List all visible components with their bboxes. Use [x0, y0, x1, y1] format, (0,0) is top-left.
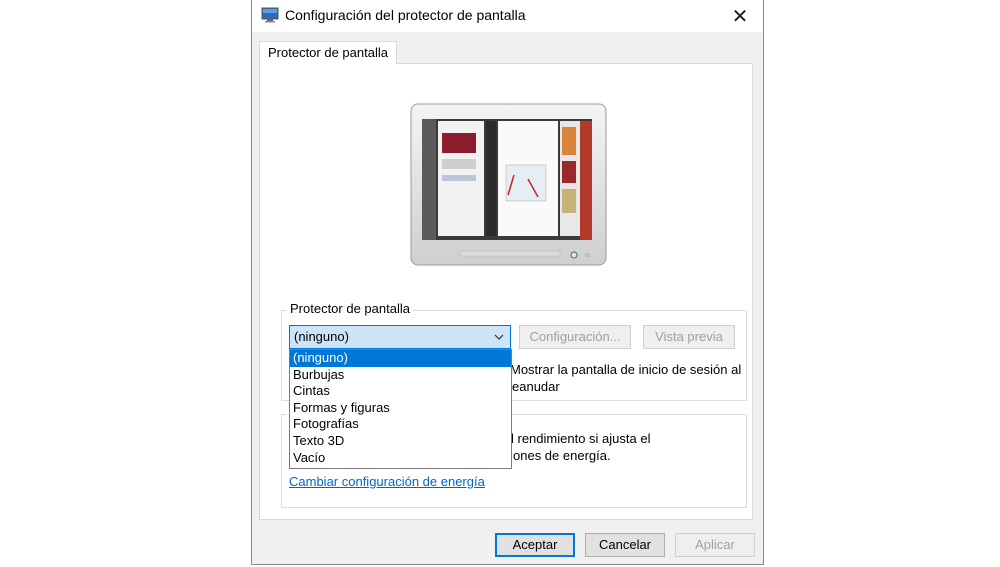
screensaver-dialog: Configuración del protector de pantalla … — [251, 0, 764, 565]
logon-option-text-line2: eanudar — [512, 379, 560, 394]
chevron-down-icon — [494, 326, 504, 348]
dropdown-option[interactable]: Burbujas — [290, 367, 511, 384]
display-settings-icon — [261, 7, 279, 23]
monitor-preview — [410, 103, 607, 266]
screensaver-dropdown-list: (ninguno) Burbujas Cintas Formas y figur… — [289, 349, 512, 469]
screensaver-select-value: (ninguno) — [294, 329, 349, 344]
dropdown-option[interactable]: Formas y figuras — [290, 400, 511, 417]
preview-button[interactable]: Vista previa — [643, 325, 735, 349]
dropdown-option[interactable]: Fotografías — [290, 416, 511, 433]
window-title: Configuración del protector de pantalla — [285, 7, 526, 23]
power-text-line2: ones de energía. — [513, 448, 611, 463]
settings-button[interactable]: Configuración... — [519, 325, 631, 349]
logon-option-text-line1: Mostrar la pantalla de inicio de sesión … — [510, 362, 742, 377]
close-icon: ✕ — [731, 5, 749, 28]
screensaver-select[interactable]: (ninguno) — [289, 325, 511, 349]
dropdown-option[interactable]: Texto 3D — [290, 433, 511, 450]
screensaver-group-legend: Protector de pantalla — [287, 301, 413, 316]
apply-button[interactable]: Aplicar — [675, 533, 755, 557]
close-button[interactable]: ✕ — [717, 0, 763, 32]
dropdown-option[interactable]: (ninguno) — [290, 350, 511, 367]
title-bar: Configuración del protector de pantalla … — [252, 0, 763, 32]
power-text-line1: l rendimiento si ajusta el — [511, 431, 651, 446]
dropdown-option[interactable]: Cintas — [290, 383, 511, 400]
change-power-settings-link[interactable]: Cambiar configuración de energía — [289, 474, 485, 489]
cancel-button[interactable]: Cancelar — [585, 533, 665, 557]
tab-screensaver[interactable]: Protector de pantalla — [259, 41, 397, 64]
ok-button[interactable]: Aceptar — [495, 533, 575, 557]
tab-panel: Protector de pantalla (ninguno) Configur… — [259, 63, 753, 520]
dropdown-option[interactable]: Vacío — [290, 450, 511, 467]
